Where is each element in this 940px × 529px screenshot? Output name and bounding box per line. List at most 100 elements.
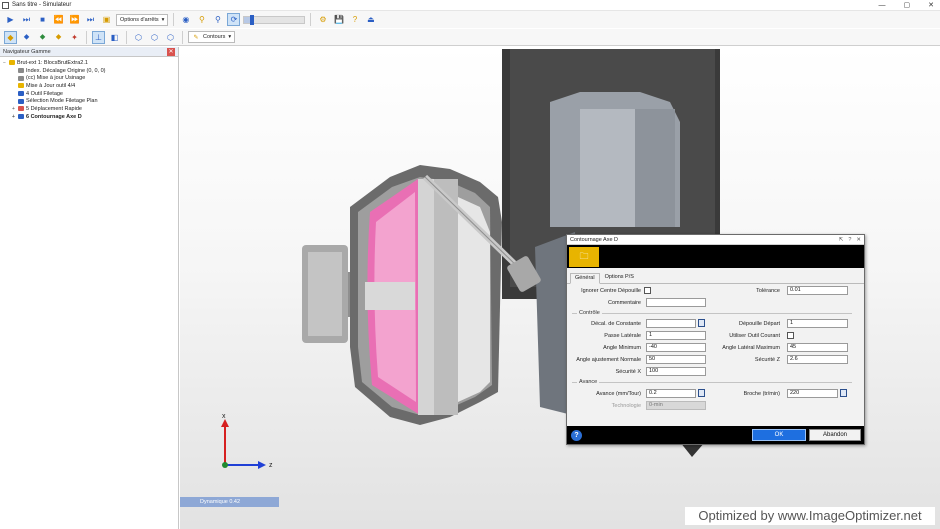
record-icon[interactable]: ◉ bbox=[179, 13, 192, 26]
dialog-tabs: Général Options P/S bbox=[567, 272, 864, 284]
axes-view-icon[interactable]: ⊥ bbox=[92, 30, 105, 44]
safety-z-input[interactable]: 2.6 bbox=[787, 355, 848, 364]
start-clearance-input[interactable]: 1 bbox=[787, 319, 848, 328]
fast-forward-icon[interactable]: ⏩ bbox=[68, 13, 81, 26]
holder-view-icon[interactable]: ⬥ bbox=[52, 31, 65, 44]
inner-bore bbox=[365, 282, 415, 310]
tree-item[interactable]: +6 Contournage Axe D bbox=[3, 113, 178, 121]
app-icon bbox=[2, 1, 9, 9]
spindle-input[interactable]: 220 bbox=[787, 389, 838, 398]
tree-item[interactable]: 4 Outil Filetage bbox=[3, 90, 178, 98]
tree-item-label: (cc) Mise à jour Usinage bbox=[26, 75, 86, 82]
tool-view-icon[interactable]: ⬥ bbox=[20, 31, 33, 44]
panel-close-icon[interactable]: ✕ bbox=[167, 47, 175, 56]
collision-icon[interactable]: ✦ bbox=[68, 31, 81, 44]
step-forward-icon[interactable]: ⏭ bbox=[20, 13, 33, 26]
feed-group-title: Avance bbox=[577, 379, 600, 385]
constant-offset-input[interactable] bbox=[646, 319, 696, 328]
eject-icon[interactable]: ⏏ bbox=[364, 13, 377, 26]
min-angle-label: Angle Minimum bbox=[603, 345, 641, 351]
contour-group-title: Contrôle bbox=[577, 310, 602, 316]
min-angle-input[interactable]: -40 bbox=[646, 343, 706, 352]
zoom-icon[interactable]: ⚲ bbox=[195, 13, 208, 26]
stop-icon[interactable]: ■ bbox=[36, 13, 49, 26]
axis-origin bbox=[222, 462, 228, 468]
comment-input[interactable] bbox=[646, 298, 706, 307]
tolerance-input[interactable]: 0.01 bbox=[787, 286, 848, 295]
feed-input[interactable]: 0.2 bbox=[646, 389, 696, 398]
feed-picker[interactable] bbox=[698, 389, 705, 397]
tree-item[interactable]: Mise à Jour outil 4/4 bbox=[3, 82, 178, 90]
rotate-view-icon[interactable]: ⟳ bbox=[227, 13, 241, 26]
tab-general[interactable]: Général bbox=[570, 273, 600, 284]
maximize-button[interactable]: ▢ bbox=[904, 0, 911, 11]
help-circle-icon[interactable]: ? bbox=[571, 429, 582, 441]
max-side-angle-label: Angle Latéral Maximum bbox=[722, 345, 780, 351]
operation-icon bbox=[18, 68, 24, 74]
operation-icon bbox=[18, 83, 24, 89]
toolbar-separator bbox=[173, 13, 175, 26]
ok-button[interactable]: OK bbox=[752, 429, 806, 441]
side-pass-label: Passe Latérale bbox=[604, 333, 641, 339]
dialog-undock-icon[interactable]: ⇱ bbox=[839, 237, 844, 243]
safety-x-input[interactable]: 100 bbox=[646, 367, 706, 376]
spindle-label: Broche (tr/min) bbox=[743, 391, 780, 397]
tree-item[interactable]: − Brut-ext 1: BlocsBrutExtra2.1 bbox=[3, 59, 178, 67]
spindle-picker[interactable] bbox=[840, 389, 847, 397]
folder-icon[interactable]: 🗀 bbox=[569, 246, 599, 267]
tree-item[interactable]: +5 Déplacement Rapide bbox=[3, 105, 178, 113]
operation-icon bbox=[18, 75, 24, 81]
operation-icon bbox=[18, 98, 24, 104]
iso-view-icon[interactable]: ⬡ bbox=[132, 31, 145, 44]
constant-offset-picker[interactable] bbox=[698, 319, 705, 327]
play-icon[interactable]: ▶ bbox=[4, 13, 17, 26]
contours-dropdown[interactable]: ✎ Contours ▾ bbox=[188, 31, 236, 43]
feed-label: Avance (mm/Tour) bbox=[596, 391, 641, 397]
tree-item-label: 4 Outil Filetage bbox=[26, 90, 63, 97]
zoom-window-icon[interactable]: ⚲ bbox=[211, 13, 224, 26]
contour-dialog: Contournage Axe D ⇱ ? ✕ 🗀 Général Option… bbox=[566, 234, 865, 445]
speed-slider[interactable] bbox=[243, 14, 306, 25]
save-icon[interactable]: 💾 bbox=[332, 13, 345, 26]
normal-adjust-angle-input[interactable]: 50 bbox=[646, 355, 706, 364]
ignore-center-checkbox[interactable] bbox=[644, 287, 651, 294]
dialog-title: Contournage Axe D bbox=[570, 236, 619, 243]
dialog-help-small-icon[interactable]: ? bbox=[848, 237, 851, 243]
part-view-icon[interactable]: ⬥ bbox=[36, 31, 49, 44]
side-pass-input[interactable]: 1 bbox=[646, 331, 706, 340]
contours-icon: ✎ bbox=[193, 34, 199, 41]
chevron-down-icon: ▾ bbox=[161, 16, 165, 23]
tab-options-ps[interactable]: Options P/S bbox=[600, 272, 639, 283]
feed-group-line bbox=[572, 382, 852, 383]
cancel-button[interactable]: Abandon bbox=[809, 429, 861, 441]
stock-view-icon[interactable]: ◆ bbox=[4, 30, 17, 44]
technology-label: Technologie bbox=[611, 403, 641, 409]
close-window-button[interactable]: ✕ bbox=[928, 0, 934, 11]
top-view-icon[interactable]: ⬡ bbox=[164, 31, 177, 44]
z-axis-arrow bbox=[258, 461, 266, 469]
help-icon[interactable]: ? bbox=[348, 13, 361, 26]
constant-offset-label: Décal. de Constante bbox=[591, 321, 641, 327]
front-view-icon[interactable]: ⬡ bbox=[148, 31, 161, 44]
tree-item[interactable]: (cc) Mise à jour Usinage bbox=[3, 74, 178, 82]
stop-options-icon[interactable]: ▣ bbox=[100, 13, 113, 26]
stop-options-dropdown[interactable]: Options d'arrêts ▾ bbox=[116, 13, 169, 26]
safety-z-label: Sécurité Z bbox=[754, 357, 780, 363]
settings-icon[interactable]: ⚙ bbox=[316, 13, 329, 26]
dialog-close-icon[interactable]: ✕ bbox=[856, 237, 861, 243]
z-axis-label: z bbox=[269, 462, 273, 469]
operation-tree-panel: Navigateur Gamme ✕ − Brut-ext 1: BlocsBru… bbox=[0, 47, 179, 529]
end-icon[interactable]: ⏭ bbox=[84, 13, 97, 26]
dynamic-status: Dynamique 0.42 bbox=[180, 497, 279, 507]
panel-title: Navigateur Gamme bbox=[3, 48, 51, 55]
window-title: Sans titre - Simulateur bbox=[12, 2, 72, 8]
tree-item-label: 5 Déplacement Rapide bbox=[26, 105, 82, 112]
max-side-angle-input[interactable]: 45 bbox=[787, 343, 848, 352]
section-view-icon[interactable]: ◧ bbox=[108, 31, 121, 44]
minimize-button[interactable]: — bbox=[879, 0, 886, 11]
use-current-tool-checkbox[interactable] bbox=[787, 332, 794, 339]
speed-slider-thumb[interactable] bbox=[249, 14, 254, 25]
tree-item[interactable]: Index. Décalage Origine (0, 0, 0) bbox=[3, 67, 178, 75]
rewind-icon[interactable]: ⏪ bbox=[52, 13, 65, 26]
tree-item[interactable]: Sélection Mode Filetage Plan bbox=[3, 97, 178, 105]
